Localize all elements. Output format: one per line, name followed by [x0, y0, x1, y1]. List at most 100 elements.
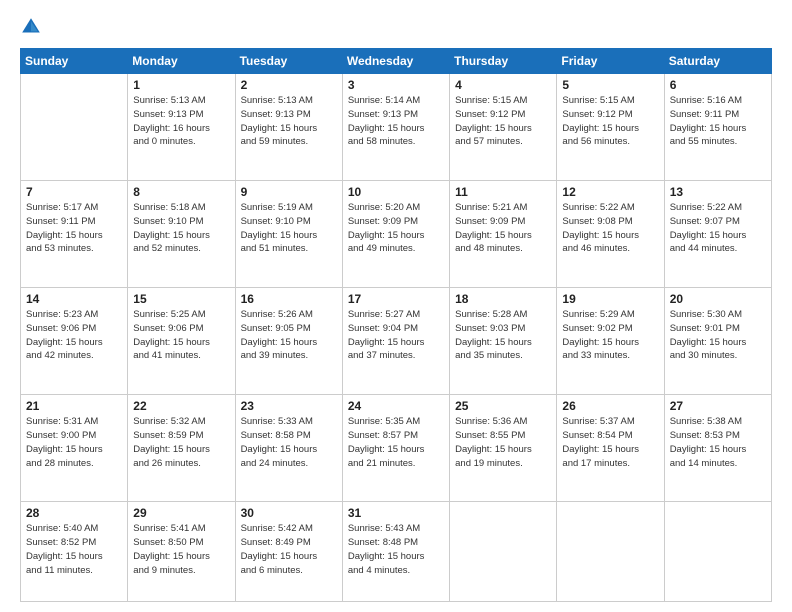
calendar-cell: 16Sunrise: 5:26 AMSunset: 9:05 PMDayligh…	[235, 288, 342, 395]
calendar-cell: 29 Sunrise: 5:41 AMSunset: 8:50 PMDayligh…	[128, 502, 235, 602]
weekday-header-monday: Monday	[128, 49, 235, 74]
sun-info: Sunrise: 5:43 AMSunset: 8:48 PMDaylight:…	[348, 522, 444, 577]
sun-info: Sunrise: 5:26 AMSunset: 9:05 PMDaylight:…	[241, 308, 337, 363]
sun-info: Sunrise: 5:13 AMSunset: 9:13 PMDaylight:…	[241, 94, 337, 149]
calendar-cell: 22 Sunrise: 5:32 AMSunset: 8:59 PMDayligh…	[128, 395, 235, 502]
day-number: 29	[133, 506, 229, 520]
day-number: 4	[455, 78, 551, 92]
day-number: 31	[348, 506, 444, 520]
day-number: 21	[26, 399, 122, 413]
day-number: 11	[455, 185, 551, 199]
calendar-cell	[557, 502, 664, 602]
calendar-cell: 20Sunrise: 5:30 AMSunset: 9:01 PMDayligh…	[664, 288, 771, 395]
calendar-cell: 9Sunrise: 5:19 AMSunset: 9:10 PMDaylight…	[235, 181, 342, 288]
sun-info: Sunrise: 5:15 AMSunset: 9:12 PMDaylight:…	[562, 94, 658, 149]
sun-info: Sunrise: 5:40 AMSunset: 8:52 PMDaylight:…	[26, 522, 122, 577]
calendar-cell: 7 Sunrise: 5:17 AMSunset: 9:11 PMDaylight…	[21, 181, 128, 288]
calendar-cell: 18 Sunrise: 5:28 AMSunset: 9:03 PMDayligh…	[450, 288, 557, 395]
calendar-cell: 1Sunrise: 5:13 AMSunset: 9:13 PMDaylight…	[128, 74, 235, 181]
sun-info: Sunrise: 5:13 AMSunset: 9:13 PMDaylight:…	[133, 94, 229, 149]
day-number: 10	[348, 185, 444, 199]
calendar-cell	[21, 74, 128, 181]
calendar-cell: 23Sunrise: 5:33 AMSunset: 8:58 PMDayligh…	[235, 395, 342, 502]
calendar-week-5: 28 Sunrise: 5:40 AMSunset: 8:52 PMDayligh…	[21, 502, 772, 602]
day-number: 25	[455, 399, 551, 413]
day-number: 22	[133, 399, 229, 413]
day-number: 8	[133, 185, 229, 199]
weekday-header-saturday: Saturday	[664, 49, 771, 74]
weekday-header-wednesday: Wednesday	[342, 49, 449, 74]
weekday-header-row: SundayMondayTuesdayWednesdayThursdayFrid…	[21, 49, 772, 74]
calendar-cell: 17 Sunrise: 5:27 AMSunset: 9:04 PMDayligh…	[342, 288, 449, 395]
sun-info: Sunrise: 5:28 AMSunset: 9:03 PMDaylight:…	[455, 308, 551, 363]
day-number: 13	[670, 185, 766, 199]
calendar-cell	[664, 502, 771, 602]
day-number: 12	[562, 185, 658, 199]
calendar-cell: 11 Sunrise: 5:21 AMSunset: 9:09 PMDayligh…	[450, 181, 557, 288]
calendar-cell: 27 Sunrise: 5:38 AMSunset: 8:53 PMDayligh…	[664, 395, 771, 502]
day-number: 14	[26, 292, 122, 306]
sun-info: Sunrise: 5:35 AMSunset: 8:57 PMDaylight:…	[348, 415, 444, 470]
calendar-week-3: 14 Sunrise: 5:23 AMSunset: 9:06 PMDayligh…	[21, 288, 772, 395]
logo-icon	[20, 16, 42, 38]
sun-info: Sunrise: 5:20 AMSunset: 9:09 PMDaylight:…	[348, 201, 444, 256]
day-number: 15	[133, 292, 229, 306]
day-number: 18	[455, 292, 551, 306]
calendar-cell: 19 Sunrise: 5:29 AMSunset: 9:02 PMDayligh…	[557, 288, 664, 395]
calendar-cell: 2 Sunrise: 5:13 AMSunset: 9:13 PMDaylight…	[235, 74, 342, 181]
calendar-cell: 14 Sunrise: 5:23 AMSunset: 9:06 PMDayligh…	[21, 288, 128, 395]
sun-info: Sunrise: 5:16 AMSunset: 9:11 PMDaylight:…	[670, 94, 766, 149]
day-number: 30	[241, 506, 337, 520]
sun-info: Sunrise: 5:21 AMSunset: 9:09 PMDaylight:…	[455, 201, 551, 256]
calendar-cell: 31 Sunrise: 5:43 AMSunset: 8:48 PMDayligh…	[342, 502, 449, 602]
day-number: 27	[670, 399, 766, 413]
calendar-cell: 13Sunrise: 5:22 AMSunset: 9:07 PMDayligh…	[664, 181, 771, 288]
calendar-cell: 6 Sunrise: 5:16 AMSunset: 9:11 PMDaylight…	[664, 74, 771, 181]
calendar-cell: 8 Sunrise: 5:18 AMSunset: 9:10 PMDaylight…	[128, 181, 235, 288]
calendar-cell: 15 Sunrise: 5:25 AMSunset: 9:06 PMDayligh…	[128, 288, 235, 395]
day-number: 17	[348, 292, 444, 306]
calendar-week-1: 1Sunrise: 5:13 AMSunset: 9:13 PMDaylight…	[21, 74, 772, 181]
sun-info: Sunrise: 5:14 AMSunset: 9:13 PMDaylight:…	[348, 94, 444, 149]
calendar-cell: 30 Sunrise: 5:42 AMSunset: 8:49 PMDayligh…	[235, 502, 342, 602]
sun-info: Sunrise: 5:15 AMSunset: 9:12 PMDaylight:…	[455, 94, 551, 149]
sun-info: Sunrise: 5:29 AMSunset: 9:02 PMDaylight:…	[562, 308, 658, 363]
day-number: 7	[26, 185, 122, 199]
calendar-cell: 3 Sunrise: 5:14 AMSunset: 9:13 PMDaylight…	[342, 74, 449, 181]
weekday-header-sunday: Sunday	[21, 49, 128, 74]
page: SundayMondayTuesdayWednesdayThursdayFrid…	[0, 0, 792, 612]
day-number: 5	[562, 78, 658, 92]
calendar-table: SundayMondayTuesdayWednesdayThursdayFrid…	[20, 48, 772, 602]
day-number: 28	[26, 506, 122, 520]
day-number: 6	[670, 78, 766, 92]
sun-info: Sunrise: 5:27 AMSunset: 9:04 PMDaylight:…	[348, 308, 444, 363]
calendar-cell: 28 Sunrise: 5:40 AMSunset: 8:52 PMDayligh…	[21, 502, 128, 602]
calendar-cell: 24Sunrise: 5:35 AMSunset: 8:57 PMDayligh…	[342, 395, 449, 502]
sun-info: Sunrise: 5:17 AMSunset: 9:11 PMDaylight:…	[26, 201, 122, 256]
logo	[20, 16, 46, 38]
sun-info: Sunrise: 5:25 AMSunset: 9:06 PMDaylight:…	[133, 308, 229, 363]
calendar-cell: 5 Sunrise: 5:15 AMSunset: 9:12 PMDaylight…	[557, 74, 664, 181]
day-number: 20	[670, 292, 766, 306]
weekday-header-thursday: Thursday	[450, 49, 557, 74]
day-number: 26	[562, 399, 658, 413]
calendar-week-4: 21Sunrise: 5:31 AMSunset: 9:00 PMDayligh…	[21, 395, 772, 502]
sun-info: Sunrise: 5:23 AMSunset: 9:06 PMDaylight:…	[26, 308, 122, 363]
calendar-cell: 21Sunrise: 5:31 AMSunset: 9:00 PMDayligh…	[21, 395, 128, 502]
sun-info: Sunrise: 5:19 AMSunset: 9:10 PMDaylight:…	[241, 201, 337, 256]
weekday-header-tuesday: Tuesday	[235, 49, 342, 74]
sun-info: Sunrise: 5:18 AMSunset: 9:10 PMDaylight:…	[133, 201, 229, 256]
header	[20, 16, 772, 38]
day-number: 3	[348, 78, 444, 92]
calendar-cell: 25Sunrise: 5:36 AMSunset: 8:55 PMDayligh…	[450, 395, 557, 502]
sun-info: Sunrise: 5:33 AMSunset: 8:58 PMDaylight:…	[241, 415, 337, 470]
day-number: 19	[562, 292, 658, 306]
sun-info: Sunrise: 5:32 AMSunset: 8:59 PMDaylight:…	[133, 415, 229, 470]
day-number: 2	[241, 78, 337, 92]
sun-info: Sunrise: 5:38 AMSunset: 8:53 PMDaylight:…	[670, 415, 766, 470]
calendar-cell: 4 Sunrise: 5:15 AMSunset: 9:12 PMDaylight…	[450, 74, 557, 181]
sun-info: Sunrise: 5:22 AMSunset: 9:08 PMDaylight:…	[562, 201, 658, 256]
sun-info: Sunrise: 5:42 AMSunset: 8:49 PMDaylight:…	[241, 522, 337, 577]
sun-info: Sunrise: 5:41 AMSunset: 8:50 PMDaylight:…	[133, 522, 229, 577]
calendar-week-2: 7 Sunrise: 5:17 AMSunset: 9:11 PMDaylight…	[21, 181, 772, 288]
